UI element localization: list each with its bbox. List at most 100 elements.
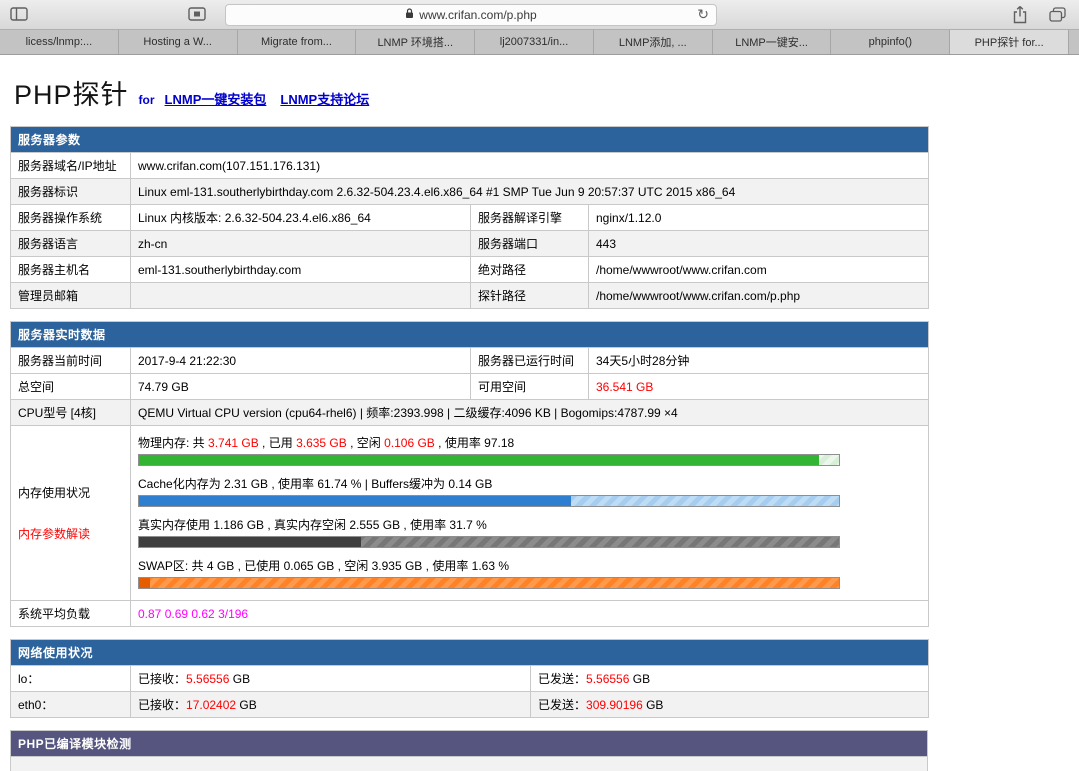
network-sent-value: 5.56556: [586, 672, 630, 686]
tab-bar: licess/lnmp:... Hosting a W... Migrate f…: [0, 30, 1079, 55]
table-row: 服务器参数: [9, 126, 930, 153]
table-row: PHP已编译模块检测: [10, 730, 928, 757]
row-label: 绝对路径: [470, 256, 589, 283]
table-row: 管理员邮箱 探针路径 /home/wwwroot/www.crifan.com/…: [10, 282, 930, 309]
row-label: 服务器已运行时间: [470, 347, 589, 374]
row-value: /home/wwwroot/www.crifan.com/p.php: [587, 282, 930, 309]
reload-icon[interactable]: ↻: [697, 6, 709, 23]
lnmp-installer-link[interactable]: LNMP一键安装包: [165, 89, 267, 108]
row-label: 服务器域名/IP地址: [10, 152, 131, 179]
network-recv-value: 5.56556: [186, 672, 230, 686]
row-value: eml-131.southerlybirthday.com: [130, 256, 471, 283]
row-value: 2017-9-4 21:22:30: [130, 347, 471, 374]
browser-tab[interactable]: LNMP添加, ...: [593, 30, 713, 54]
browser-toolbar: www.crifan.com/p.php ↻: [0, 0, 1079, 30]
cache-memory-bar: [138, 495, 840, 507]
row-label: CPU型号 [4核]: [10, 399, 131, 426]
row-label: 服务器主机名: [10, 256, 131, 283]
table-row: 服务器主机名 eml-131.southerlybirthday.com 绝对路…: [10, 256, 930, 283]
row-label: 可用空间: [470, 373, 589, 400]
network-sent-cell: 已发送：309.90196 GB: [529, 691, 930, 718]
browser-tab[interactable]: licess/lnmp:...: [0, 30, 119, 54]
table-row: 总空间 74.79 GB 可用空间 36.541 GB: [10, 373, 930, 400]
real-memory-bar: [138, 536, 840, 548]
row-label: 总空间: [10, 373, 131, 400]
modules-table: PHP已编译模块检测 Core date ereg libxml openssl…: [10, 730, 928, 771]
browser-tab-active[interactable]: PHP探针 for...: [950, 30, 1070, 54]
table-row: 服务器语言 zh-cn 服务器端口 443: [10, 230, 930, 257]
cache-memory-line: Cache化内存为 2.31 GB , 使用率 61.74 % | Buffer…: [138, 477, 493, 491]
network-recv-cell: 已接收：5.56556 GB: [130, 665, 531, 692]
table-row: 网络使用状况: [9, 639, 930, 666]
row-label: 服务器语言: [10, 230, 131, 257]
section-title: 服务器实时数据: [9, 321, 930, 348]
row-label: 探针路径: [470, 282, 589, 309]
tab-overview-icon[interactable]: [1049, 7, 1066, 27]
row-value: 36.541 GB: [587, 373, 930, 400]
physical-memory-line: 物理内存: 共 3.741 GB , 已用 3.635 GB , 空闲 0.10…: [138, 436, 515, 450]
row-value: zh-cn: [130, 230, 471, 257]
realtime-table: 服务器实时数据 服务器当前时间 2017-9-4 21:22:30 服务器已运行…: [9, 321, 930, 627]
table-row: 服务器实时数据: [9, 321, 930, 348]
row-value: [130, 282, 471, 309]
physical-memory-bar: [138, 454, 840, 466]
swap-line: SWAP区: 共 4 GB , 已使用 0.065 GB , 空闲 3.935 …: [138, 559, 510, 573]
network-sent-value: 309.90196: [586, 698, 643, 712]
modules-list-cell: Core date ereg libxml openssl pcre sqlit…: [10, 755, 928, 771]
memory-value: 3.635 GB: [296, 436, 347, 450]
page-title: PHP探针: [14, 80, 129, 110]
network-sent-cell: 已发送：5.56556 GB: [529, 665, 930, 692]
table-row: CPU型号 [4核] QEMU Virtual CPU version (cpu…: [10, 399, 930, 426]
memory-value: 0.106 GB: [384, 436, 435, 450]
section-title: 网络使用状况: [9, 639, 930, 666]
browser-tab[interactable]: LNMP一键安...: [712, 30, 832, 54]
browser-tab-partial[interactable]: [1069, 30, 1079, 54]
table-row: 服务器域名/IP地址 www.crifan.com(107.151.176.13…: [10, 152, 930, 179]
row-label: 服务器解译引擎: [470, 204, 589, 231]
browser-tab[interactable]: Migrate from...: [237, 30, 357, 54]
section-title: PHP已编译模块检测: [10, 730, 928, 757]
table-row: Core date ereg libxml openssl pcre sqlit…: [10, 755, 928, 771]
browser-tab[interactable]: Hosting a W...: [118, 30, 238, 54]
page-content: PHP探针 for LNMP一键安装包 LNMP支持论坛 服务器参数 服务器域名…: [0, 55, 1079, 771]
table-row: eth0： 已接收：17.02402 GB 已发送：309.90196 GB: [10, 691, 930, 718]
row-label: 服务器当前时间: [10, 347, 131, 374]
lock-icon: [405, 8, 414, 22]
row-value: www.crifan.com(107.151.176.131): [129, 152, 930, 179]
url-text: www.crifan.com/p.php: [419, 8, 537, 22]
row-label: 服务器操作系统: [10, 204, 131, 231]
network-recv-cell: 已接收：17.02402 GB: [130, 691, 531, 718]
server-params-table: 服务器参数 服务器域名/IP地址 www.crifan.com(107.151.…: [9, 126, 930, 309]
table-row: 服务器标识 Linux eml-131.southerlybirthday.co…: [10, 178, 930, 205]
address-bar[interactable]: www.crifan.com/p.php ↻: [225, 4, 717, 26]
share-icon[interactable]: [1012, 5, 1028, 29]
table-row: lo： 已接收：5.56556 GB 已发送：5.56556 GB: [10, 665, 930, 692]
browser-tab[interactable]: LNMP 环境搭...: [356, 30, 476, 54]
row-label: 服务器端口: [470, 230, 589, 257]
row-value: Linux eml-131.southerlybirthday.com 2.6.…: [129, 178, 930, 205]
row-label: lo：: [10, 665, 131, 692]
real-memory-line: 真实内存使用 1.186 GB , 真实内存空闲 2.555 GB , 使用率 …: [138, 518, 487, 532]
sidebar-toggle-icon[interactable]: [10, 7, 28, 26]
lnmp-forum-link[interactable]: LNMP支持论坛: [280, 89, 369, 108]
section-title: 服务器参数: [9, 126, 930, 153]
row-label: 系统平均负载: [10, 600, 131, 627]
memory-value: 3.741 GB: [208, 436, 259, 450]
memory-usage-label: 内存使用状况: [18, 486, 91, 500]
window-icon[interactable]: [188, 7, 206, 26]
row-value: /home/wwwroot/www.crifan.com: [587, 256, 930, 283]
row-value: nginx/1.12.0: [587, 204, 930, 231]
row-value: Linux 内核版本: 2.6.32-504.23.4.el6.x86_64: [130, 204, 471, 231]
browser-tab[interactable]: lj2007331/in...: [475, 30, 594, 54]
swap-bar: [138, 577, 840, 589]
memory-label-cell: 内存使用状况 内存参数解读: [10, 425, 131, 601]
table-row: 内存使用状况 内存参数解读 物理内存: 共 3.741 GB , 已用 3.63…: [10, 425, 930, 601]
load-average-value: 0.87 0.69 0.62 3/196: [129, 600, 930, 627]
page-header: PHP探针 for LNMP一键安装包 LNMP支持论坛: [14, 73, 1069, 112]
row-label: 管理员邮箱: [10, 282, 131, 309]
browser-tab[interactable]: phpinfo(): [831, 30, 951, 54]
table-row: 服务器当前时间 2017-9-4 21:22:30 服务器已运行时间 34天5小…: [10, 347, 930, 374]
network-recv-value: 17.02402: [186, 698, 237, 712]
row-value: 34天5小时28分钟: [587, 347, 930, 374]
memory-note-link[interactable]: 内存参数解读: [18, 525, 123, 542]
